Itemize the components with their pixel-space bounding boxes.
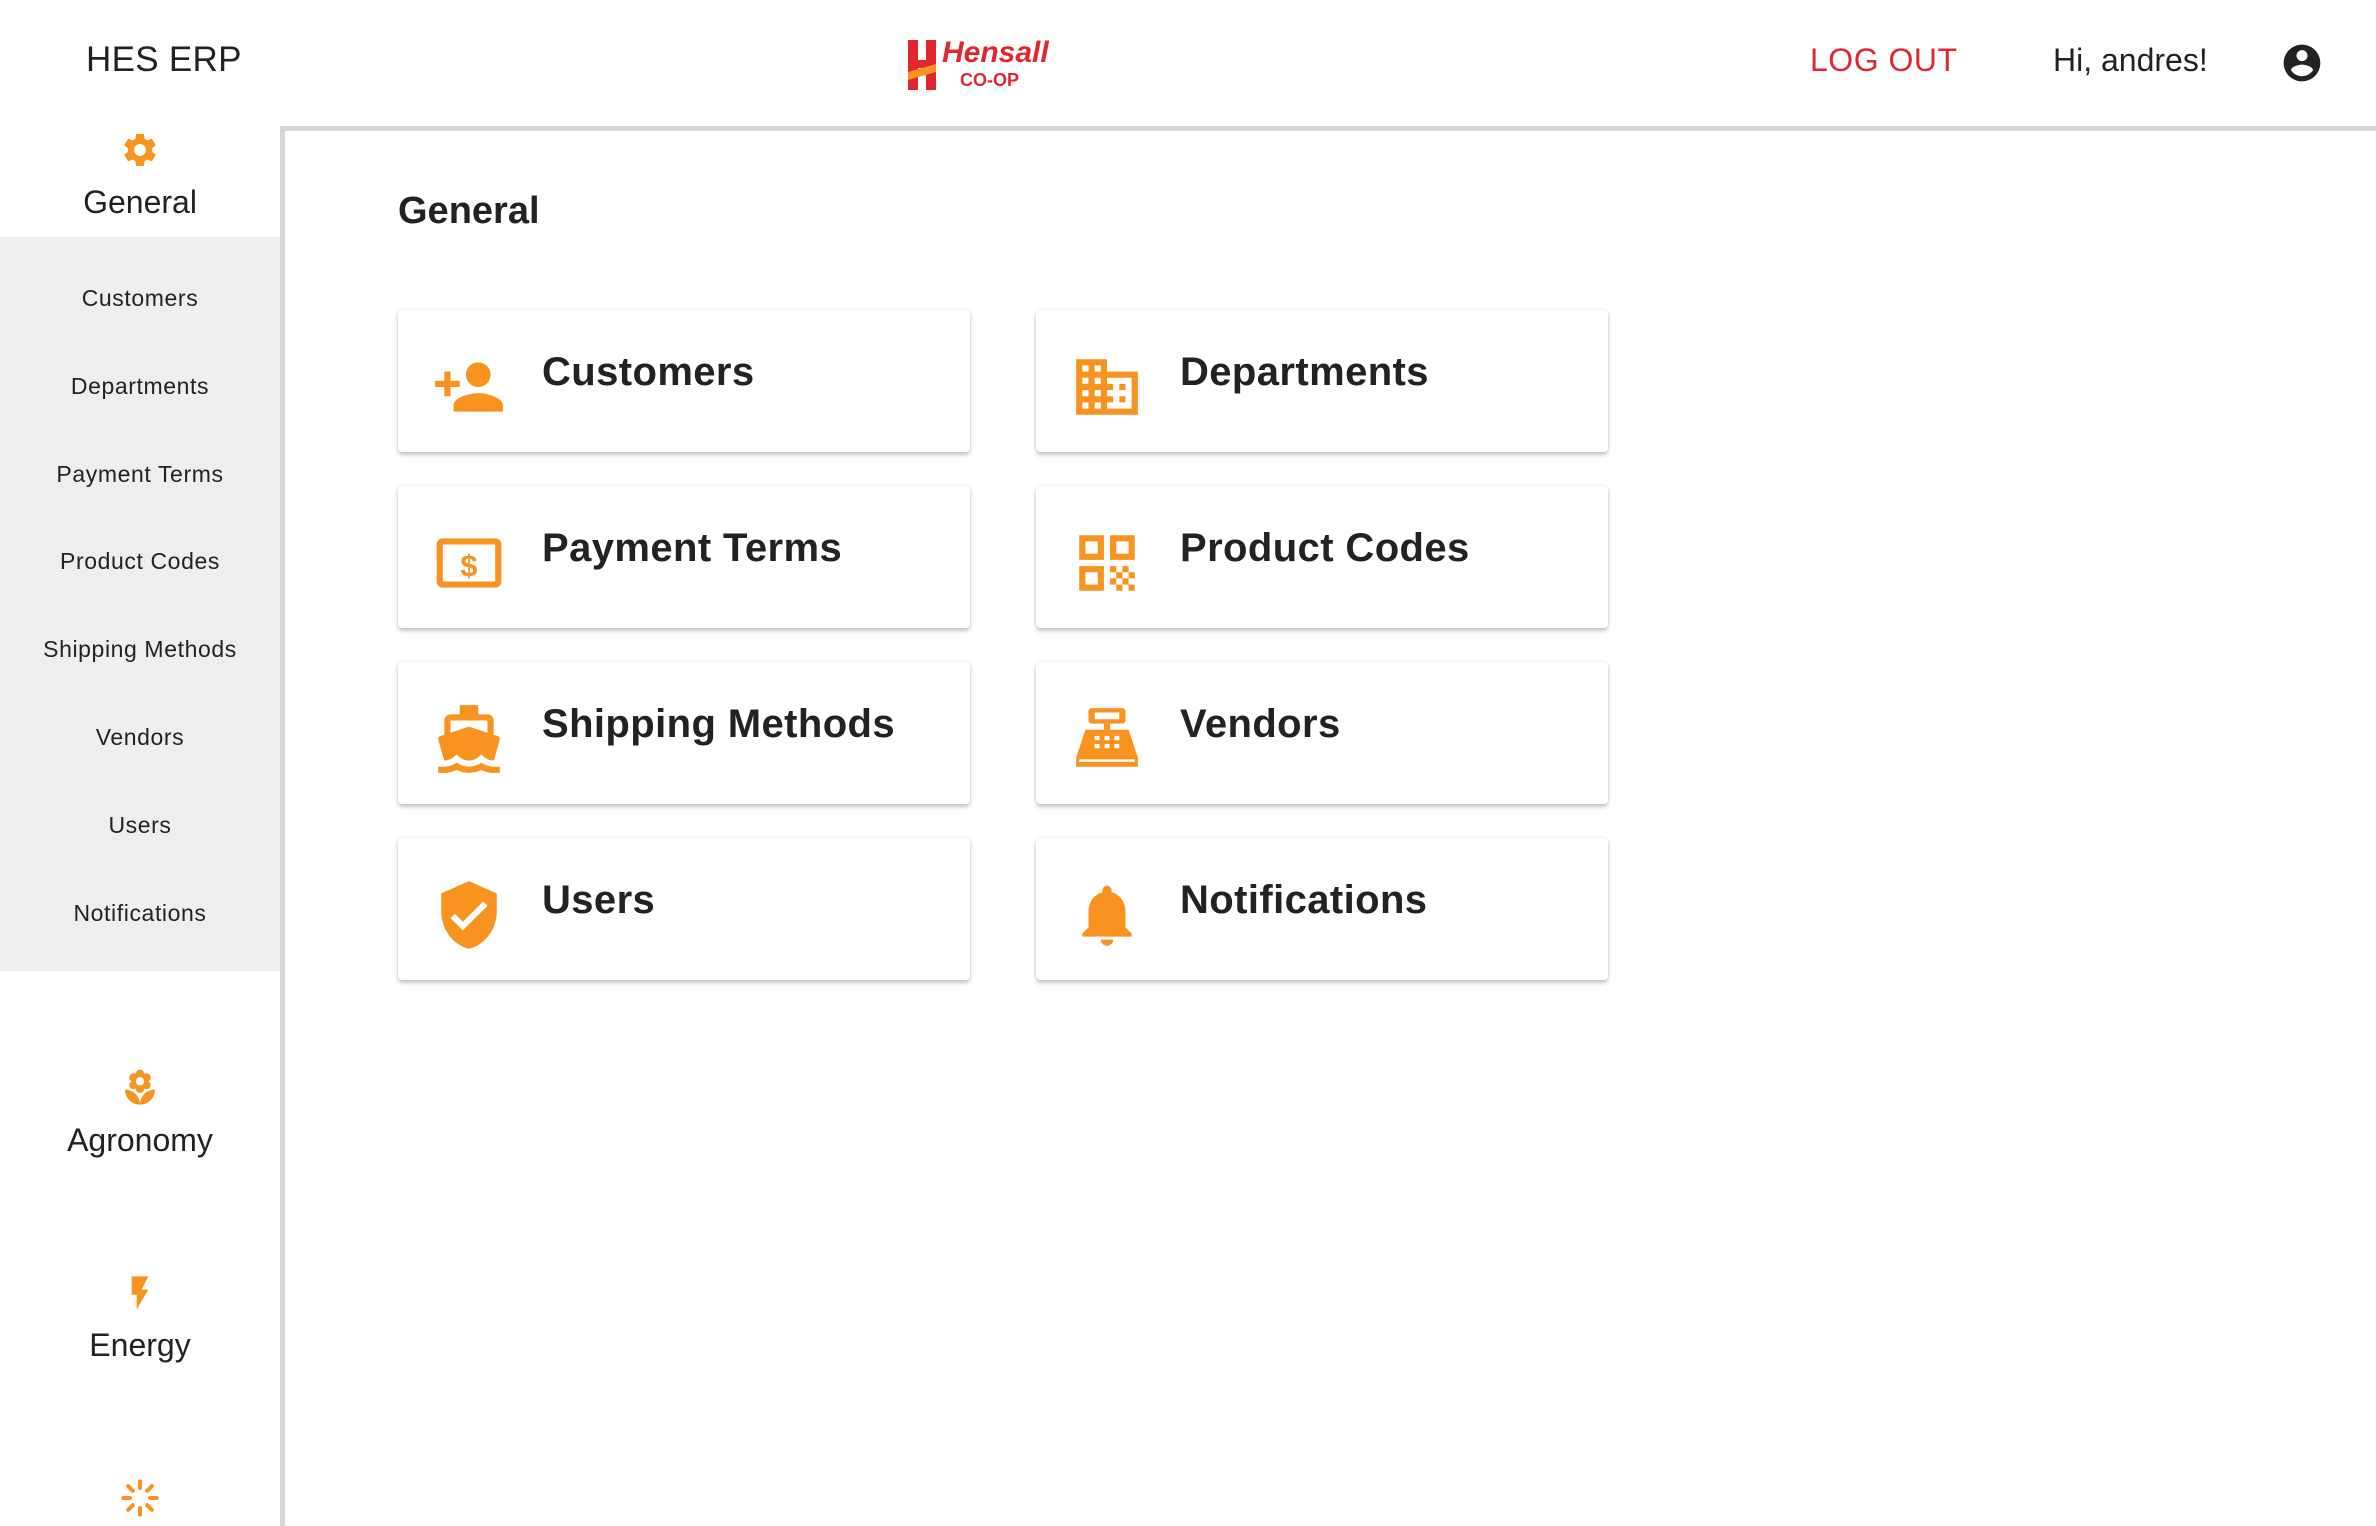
- top-bar: HES ERP Hensall CO-OP LOG OUT Hi, andres…: [0, 0, 2376, 128]
- bell-icon: [1082, 885, 1132, 946]
- sidebar-item-customers[interactable]: Customers: [0, 285, 280, 312]
- add-person-icon: [435, 362, 503, 412]
- sidebar-section-label: General: [83, 184, 197, 220]
- card-users[interactable]: Users: [398, 838, 970, 980]
- card-label: Shipping Methods: [542, 702, 896, 746]
- sidebar-section-energy[interactable]: Energy: [0, 1273, 280, 1364]
- flower-icon: [125, 1069, 155, 1105]
- hensall-coop-logo: Hensall CO-OP: [908, 36, 1049, 90]
- card-label: Vendors: [1180, 702, 1341, 746]
- card-notifications[interactable]: Notifications: [1036, 838, 1608, 980]
- sidebar-item-notifications[interactable]: Notifications: [0, 900, 280, 927]
- user-greeting: Hi, andres!: [2053, 42, 2208, 78]
- card-label: Product Codes: [1180, 526, 1470, 570]
- sidebar-section-more[interactable]: [0, 1478, 280, 1518]
- general-submenu: Customers Departments Payment Terms Prod…: [0, 237, 280, 971]
- dollar-bill-icon: $: [436, 538, 502, 588]
- card-label: Notifications: [1180, 878, 1428, 922]
- sidebar-item-payment-terms[interactable]: Payment Terms: [0, 461, 280, 488]
- sidebar-section-general[interactable]: General: [0, 130, 280, 221]
- account-circle-icon[interactable]: [2280, 41, 2324, 85]
- cash-register-icon: [1076, 708, 1138, 767]
- card-vendors[interactable]: Vendors: [1036, 662, 1608, 804]
- svg-text:Hensall: Hensall: [942, 36, 1049, 69]
- qr-code-icon: [1079, 535, 1135, 591]
- building-icon: [1076, 359, 1138, 415]
- svg-text:$: $: [460, 548, 477, 583]
- sidebar-section-agronomy[interactable]: Agronomy: [0, 1068, 280, 1159]
- page-title: General: [398, 190, 540, 232]
- header-divider: [280, 126, 2376, 131]
- card-label: Customers: [542, 350, 755, 394]
- shield-check-icon: [441, 881, 497, 949]
- sidebar-item-departments[interactable]: Departments: [0, 373, 280, 400]
- sidebar: General Customers Departments Payment Te…: [0, 128, 285, 1526]
- sparkle-icon: [121, 1479, 159, 1517]
- gear-icon: [124, 134, 156, 166]
- card-product-codes[interactable]: Product Codes: [1036, 486, 1608, 628]
- sidebar-item-shipping-methods[interactable]: Shipping Methods: [0, 636, 280, 663]
- bolt-icon: [131, 1276, 149, 1310]
- card-shipping-methods[interactable]: Shipping Methods: [398, 662, 970, 804]
- app-title: HES ERP: [86, 40, 242, 79]
- sidebar-item-vendors[interactable]: Vendors: [0, 724, 280, 751]
- card-customers[interactable]: Customers: [398, 310, 970, 452]
- sidebar-section-label: Energy: [89, 1327, 191, 1363]
- sidebar-section-label: Agronomy: [67, 1122, 213, 1158]
- card-label: Users: [542, 878, 656, 922]
- ship-icon: [438, 705, 500, 773]
- logout-button[interactable]: LOG OUT: [1810, 42, 1958, 79]
- sidebar-item-users[interactable]: Users: [0, 812, 280, 839]
- card-label: Payment Terms: [542, 526, 843, 570]
- sidebar-item-product-codes[interactable]: Product Codes: [0, 548, 280, 575]
- svg-text:CO-OP: CO-OP: [960, 70, 1019, 90]
- card-payment-terms[interactable]: $ Payment Terms: [398, 486, 970, 628]
- card-departments[interactable]: Departments: [1036, 310, 1608, 452]
- card-label: Departments: [1180, 350, 1429, 394]
